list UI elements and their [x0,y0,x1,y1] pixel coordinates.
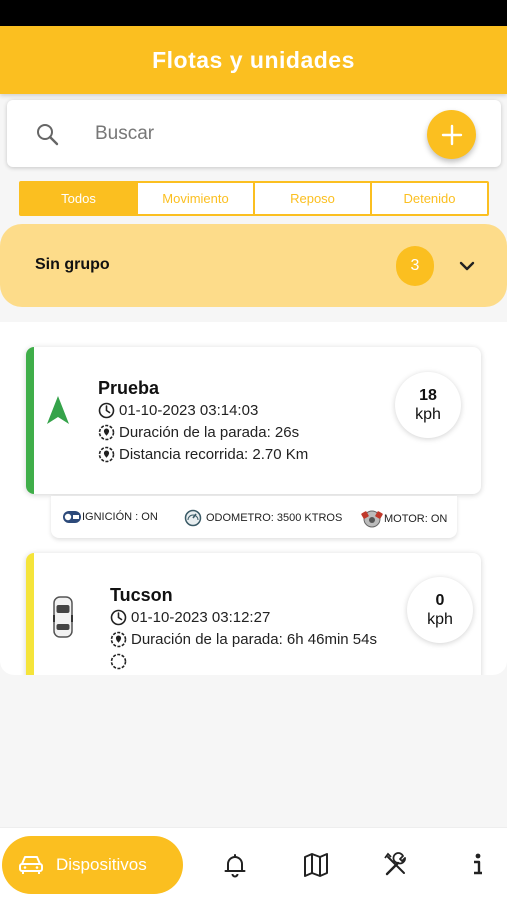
distance-row: Distancia recorrida: 2.70 Km [98,446,308,463]
tab-todos[interactable]: Todos [21,183,136,214]
search-icon [37,124,59,146]
chevron-down-icon[interactable] [457,256,477,276]
car-icon [53,596,73,638]
distance-text: Distancia recorrida: 2.70 Km [119,446,309,463]
ignition-status: IGNICIÓN : ON [62,509,158,525]
card-accent [26,347,34,494]
speed-unit: kph [427,611,453,628]
stop-duration-text: Duración de la parada: 26s [119,424,300,441]
filter-tabs: Todos Movimiento Reposo Detenido [19,181,489,216]
page-title: Flotas y unidades [152,46,355,73]
group-count-badge: 3 [396,246,434,286]
speed-indicator: 0 kph [407,577,473,643]
card-accent [26,553,34,675]
app-header: Flotas y unidades [0,26,507,94]
ignition-icon [63,511,81,523]
clock-icon [110,609,127,626]
status-bar [0,0,507,26]
odometer-text: ODOMETRO: 3500 KTROS [206,512,343,524]
motor-status: MOTOR: ON [360,509,447,529]
location-pin-icon [110,653,127,670]
navigation-arrow-icon [47,396,69,424]
vehicle-name: Prueba [98,378,160,398]
tools-icon[interactable] [383,852,409,878]
tab-detenido[interactable]: Detenido [370,183,487,214]
tab-reposo[interactable]: Reposo [253,183,370,214]
tab-movimiento[interactable]: Movimiento [136,183,253,214]
vehicle-name: Tucson [110,585,173,605]
clock-icon [98,402,115,419]
odometer-icon [184,509,202,527]
car-icon [19,856,43,874]
datetime-row: 01-10-2023 03:14:03 [98,402,258,419]
distance-row-partial [110,653,131,670]
group-title: Sin grupo [35,256,110,273]
datetime-row: 01-10-2023 03:12:27 [110,609,270,626]
vehicle-card-tucson[interactable]: Tucson 01-10-2023 03:12:27 Duración de l… [26,553,481,675]
datetime-text: 01-10-2023 03:14:03 [119,402,259,419]
location-pin-icon [110,631,127,648]
stop-duration-text: Duración de la parada: 6h 46min 54s [131,631,377,648]
engine-icon [361,510,383,528]
speed-unit: kph [415,406,441,423]
nav-devices-label: Dispositivos [56,855,147,874]
map-icon[interactable] [303,852,329,878]
bottom-nav: Dispositivos [0,827,507,900]
speed-value: 18 [419,387,437,404]
speed-indicator: 18 kph [395,372,461,438]
add-button[interactable] [427,110,476,159]
nav-devices[interactable]: Dispositivos [2,836,183,894]
vehicle-status-strip: IGNICIÓN : ON ODOMETRO: 3500 KTROS MOTOR… [51,496,457,538]
motor-text: MOTOR: ON [384,513,448,525]
stop-duration-row: Duración de la parada: 6h 46min 54s [110,631,377,648]
vehicle-card-prueba[interactable]: Prueba 01-10-2023 03:14:03 Duración de l… [26,347,481,494]
ignition-text: IGNICIÓN : ON [82,511,158,523]
info-icon[interactable] [465,852,491,878]
location-pin-icon [98,424,115,441]
stop-duration-row: Duración de la parada: 26s [98,424,299,441]
plus-icon [441,124,462,145]
odometer-status: ODOMETRO: 3500 KTROS [184,509,342,527]
datetime-text: 01-10-2023 03:12:27 [131,609,271,626]
location-pin-icon [98,446,115,463]
speed-value: 0 [435,592,445,609]
search-input[interactable] [95,120,395,148]
bell-icon[interactable] [222,852,248,878]
